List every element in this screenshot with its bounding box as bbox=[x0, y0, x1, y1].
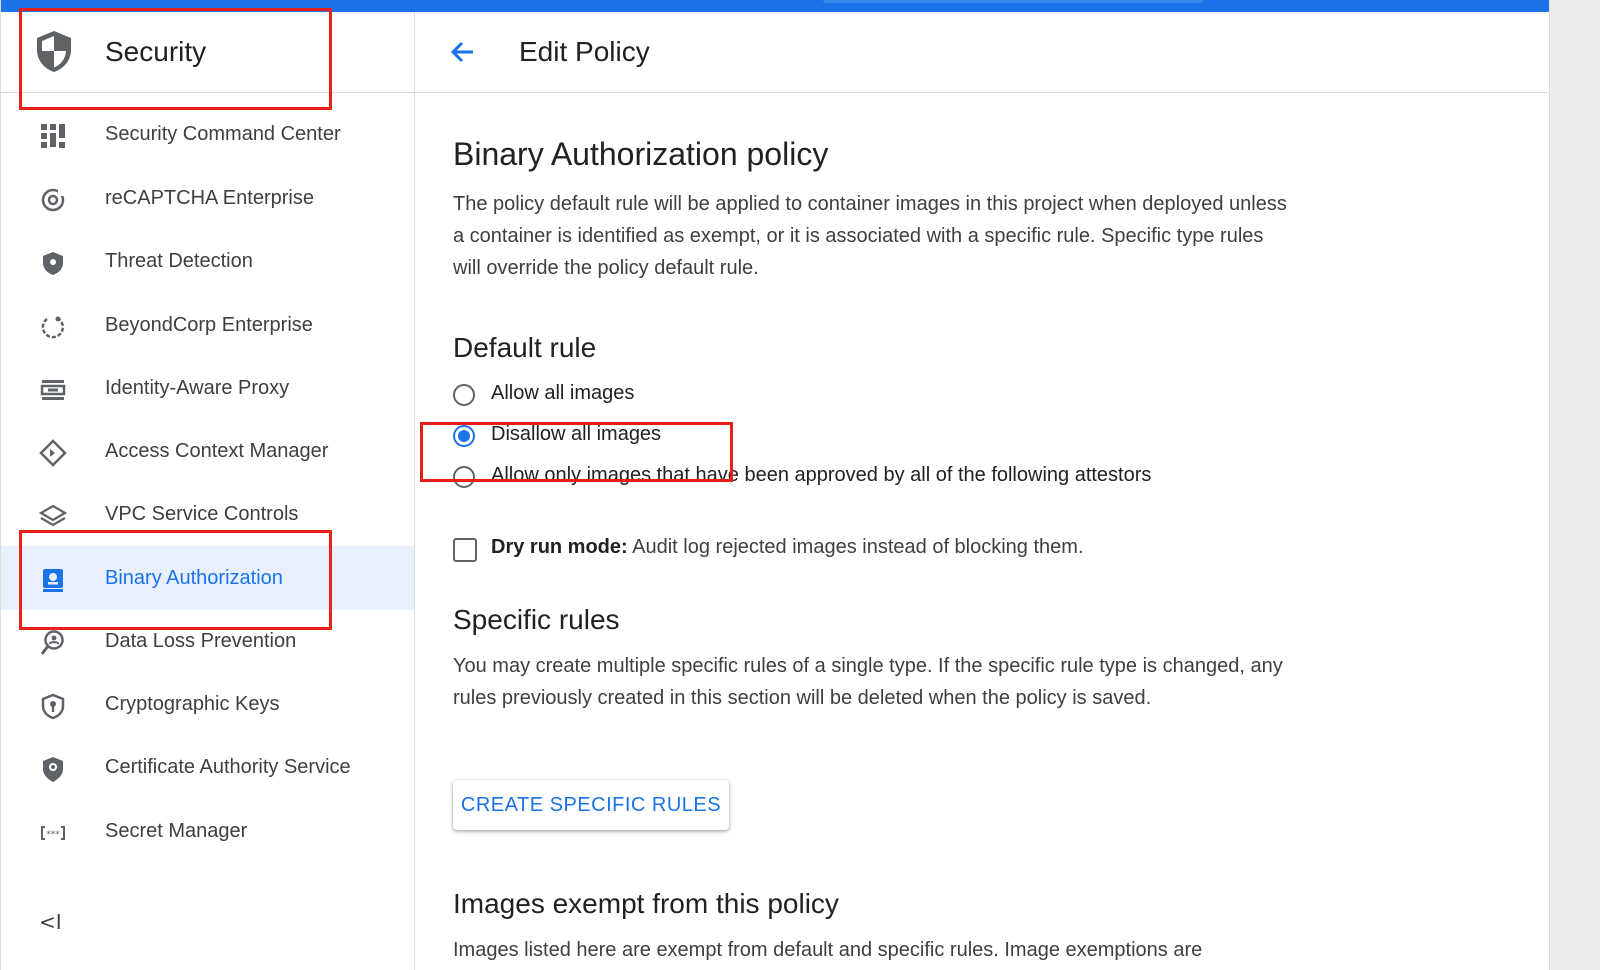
radio-button-selected[interactable] bbox=[453, 425, 475, 447]
dry-run-checkbox[interactable] bbox=[453, 538, 477, 562]
sidebar-item-cryptographic-keys[interactable]: Cryptographic Keys bbox=[1, 672, 414, 736]
sidebar-item-access-context-manager[interactable]: Access Context Manager bbox=[1, 419, 414, 483]
sidebar-item-label: Cryptographic Keys bbox=[105, 693, 280, 715]
radio-label: Allow all images bbox=[491, 382, 635, 404]
sidebar-item-beyondcorp-enterprise[interactable]: BeyondCorp Enterprise bbox=[1, 293, 414, 357]
radio-label: Disallow all images bbox=[491, 423, 662, 445]
exempt-images-description: Images listed here are exempt from defau… bbox=[453, 939, 1203, 961]
sidebar-item-label: Binary Authorization bbox=[105, 567, 283, 589]
sidebar-item-identity-aware-proxy[interactable]: Identity-Aware Proxy bbox=[1, 356, 414, 420]
sidebar-item-recaptcha-enterprise[interactable]: reCAPTCHA Enterprise bbox=[1, 166, 414, 230]
top-app-bar bbox=[1, 0, 1549, 12]
sidebar-header: Security bbox=[1, 12, 414, 93]
sidebar-item-threat-detection[interactable]: Threat Detection bbox=[1, 229, 414, 293]
specific-rules-heading: Specific rules bbox=[453, 604, 620, 635]
dry-run-label: Dry run mode: Audit log rejected images … bbox=[491, 536, 1084, 559]
diamond-icon bbox=[39, 439, 67, 467]
grid-dashboard-icon bbox=[41, 124, 65, 148]
proxy-icon bbox=[40, 380, 66, 400]
sidebar-nav: Security Security Command Center reCAPTC… bbox=[1, 12, 415, 970]
page-header: Edit Policy bbox=[415, 12, 1549, 93]
dry-run-label-bold: Dry run mode: bbox=[491, 536, 628, 558]
main-content: Edit Policy Binary Authorization policy … bbox=[415, 12, 1549, 970]
sidebar-item-label: Security Command Center bbox=[105, 123, 341, 145]
sidebar-item-label: Threat Detection bbox=[105, 250, 253, 272]
sidebar-item-label: Data Loss Prevention bbox=[105, 630, 297, 652]
certificate-icon bbox=[43, 757, 63, 782]
specific-rules-description: You may create multiple specific rules o… bbox=[453, 655, 1283, 709]
sidebar-title: Security bbox=[105, 36, 207, 67]
sidebar-item-label: Certificate Authority Service bbox=[105, 756, 351, 778]
sidebar-item-label: reCAPTCHA Enterprise bbox=[105, 187, 314, 209]
circle-arrow-icon bbox=[41, 316, 65, 339]
shield-icon bbox=[43, 252, 63, 275]
sidebar-item-vpc-service-controls[interactable]: VPC Service Controls bbox=[1, 482, 414, 546]
sidebar-item-certificate-authority-service[interactable]: Certificate Authority Service bbox=[1, 735, 414, 799]
sidebar-item-secret-manager[interactable]: *** Secret Manager bbox=[1, 799, 414, 863]
sidebar-item-label: Access Context Manager bbox=[105, 440, 329, 462]
sidebar-item-label: BeyondCorp Enterprise bbox=[105, 314, 313, 336]
radio-label: Allow only images that have been approve… bbox=[491, 464, 1152, 486]
back-arrow-icon[interactable] bbox=[445, 34, 481, 70]
dry-run-label-text: Audit log rejected images instead of blo… bbox=[627, 536, 1084, 558]
badge-icon bbox=[43, 569, 63, 592]
radio-button[interactable] bbox=[453, 466, 475, 488]
sidebar-item-binary-authorization[interactable]: Binary Authorization bbox=[1, 546, 414, 610]
policy-description: The policy default rule will be applied … bbox=[453, 193, 1287, 279]
key-shield-icon bbox=[41, 693, 65, 720]
security-shield-icon bbox=[37, 31, 71, 72]
layers-icon bbox=[39, 504, 67, 527]
recaptcha-icon bbox=[41, 188, 65, 212]
sidebar-item-label: Secret Manager bbox=[105, 820, 248, 842]
policy-heading: Binary Authorization policy bbox=[453, 136, 829, 172]
svg-text:***: *** bbox=[46, 830, 60, 840]
radio-button[interactable] bbox=[453, 384, 475, 406]
page-title: Edit Policy bbox=[519, 36, 650, 67]
sidebar-item-label: Identity-Aware Proxy bbox=[105, 377, 290, 399]
sidebar-item-data-loss-prevention[interactable]: Data Loss Prevention bbox=[1, 609, 414, 673]
sidebar-item-security-command-center[interactable]: Security Command Center bbox=[1, 102, 414, 166]
collapse-sidebar-button[interactable]: <I bbox=[39, 910, 71, 942]
create-specific-rules-button[interactable]: CREATE SPECIFIC RULES bbox=[453, 780, 729, 830]
console-window: Security Security Command Center reCAPTC… bbox=[0, 0, 1550, 970]
magnifier-user-icon bbox=[40, 630, 64, 655]
search-bar-edge[interactable] bbox=[823, 0, 1203, 3]
exempt-images-heading: Images exempt from this policy bbox=[453, 888, 839, 919]
sidebar-item-label: VPC Service Controls bbox=[105, 503, 299, 525]
secret-brackets-icon: *** bbox=[41, 826, 65, 840]
default-rule-heading: Default rule bbox=[453, 332, 597, 363]
